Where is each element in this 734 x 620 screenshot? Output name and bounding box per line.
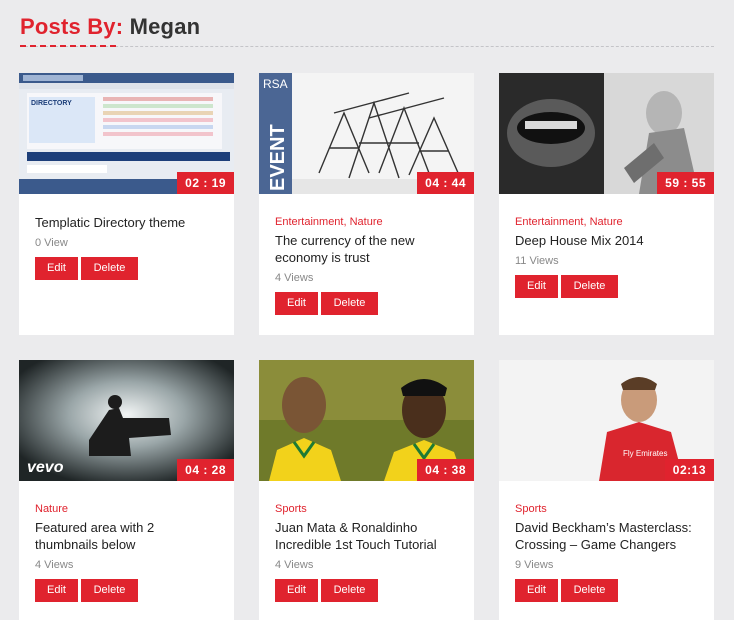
video-duration-badge: 02 : 19 [177,172,234,194]
edit-button[interactable]: Edit [515,579,558,602]
video-duration-badge: 04 : 38 [417,459,474,481]
post-thumbnail[interactable]: 59 : 55 [499,73,714,194]
post-views: 9 Views [515,559,554,571]
delete-button[interactable]: Delete [321,579,378,602]
delete-button[interactable]: Delete [81,257,138,280]
post-title[interactable]: Featured area with 2 thumbnails below [35,519,218,553]
author-name: Megan [129,14,201,39]
edit-button[interactable]: Edit [515,275,558,298]
post-card: vevo 04 : 28 Nature Featured area with 2… [19,360,234,620]
post-views: 4 Views [275,559,314,571]
delete-button[interactable]: Delete [81,579,138,602]
thumb-event-text: EVENT [267,124,289,191]
edit-button[interactable]: Edit [35,257,78,280]
video-duration-badge: 04 : 28 [177,459,234,481]
title-divider [20,46,714,47]
post-card: DIRECTORY 02 : 19 Templatic Directory th… [19,73,234,335]
delete-button[interactable]: Delete [561,275,618,298]
edit-button[interactable]: Edit [35,579,78,602]
post-thumbnail[interactable]: 04 : 38 [259,360,474,481]
post-title[interactable]: Juan Mata & Ronaldinho Incredible 1st To… [275,519,458,553]
video-duration-badge: 02:13 [664,459,714,481]
thumb-vevo-logo: vevo [27,459,64,476]
post-categories[interactable]: Entertainment, Nature [515,214,698,230]
page-title: Posts By: Megan [20,14,200,40]
post-card: 59 : 55 Entertainment, Nature Deep House… [499,73,714,335]
post-title[interactable]: Templatic Directory theme [35,214,218,231]
post-views: 4 Views [275,272,314,284]
page-title-prefix: Posts By: [20,14,124,39]
video-duration-badge: 04 : 44 [417,172,474,194]
post-categories[interactable]: Sports [515,501,698,517]
delete-button[interactable]: Delete [561,579,618,602]
post-thumbnail[interactable]: Fly Emirates 02:13 [499,360,714,481]
post-categories[interactable]: Sports [275,501,458,517]
title-divider-accent [20,45,116,47]
post-thumbnail[interactable]: vevo 04 : 28 [19,360,234,481]
thumb-jersey-text: Fly Emirates [623,449,667,458]
post-card: RSA EVENT 04 : 44 Entertainment, Nature … [259,73,474,335]
post-views: 4 Views [35,559,74,571]
delete-button[interactable]: Delete [321,292,378,315]
post-categories[interactable]: Nature [35,501,218,517]
thumb-logo-text: DIRECTORY [31,100,72,107]
post-title[interactable]: The currency of the new economy is trust [275,232,458,266]
post-thumbnail[interactable]: RSA EVENT 04 : 44 [259,73,474,194]
post-title[interactable]: Deep House Mix 2014 [515,232,698,249]
post-title[interactable]: David Beckham’s Masterclass: Crossing – … [515,519,698,553]
post-categories[interactable]: Entertainment, Nature [275,214,458,230]
post-card: Fly Emirates 02:13 Sports David Beckham’… [499,360,714,620]
post-card: 04 : 38 Sports Juan Mata & Ronaldinho In… [259,360,474,620]
edit-button[interactable]: Edit [275,579,318,602]
video-duration-badge: 59 : 55 [657,172,714,194]
post-views: 11 Views [515,255,559,267]
thumb-rsa-text: RSA [263,77,288,91]
edit-button[interactable]: Edit [275,292,318,315]
post-thumbnail[interactable]: DIRECTORY 02 : 19 [19,73,234,194]
post-views: 0 View [35,237,68,249]
